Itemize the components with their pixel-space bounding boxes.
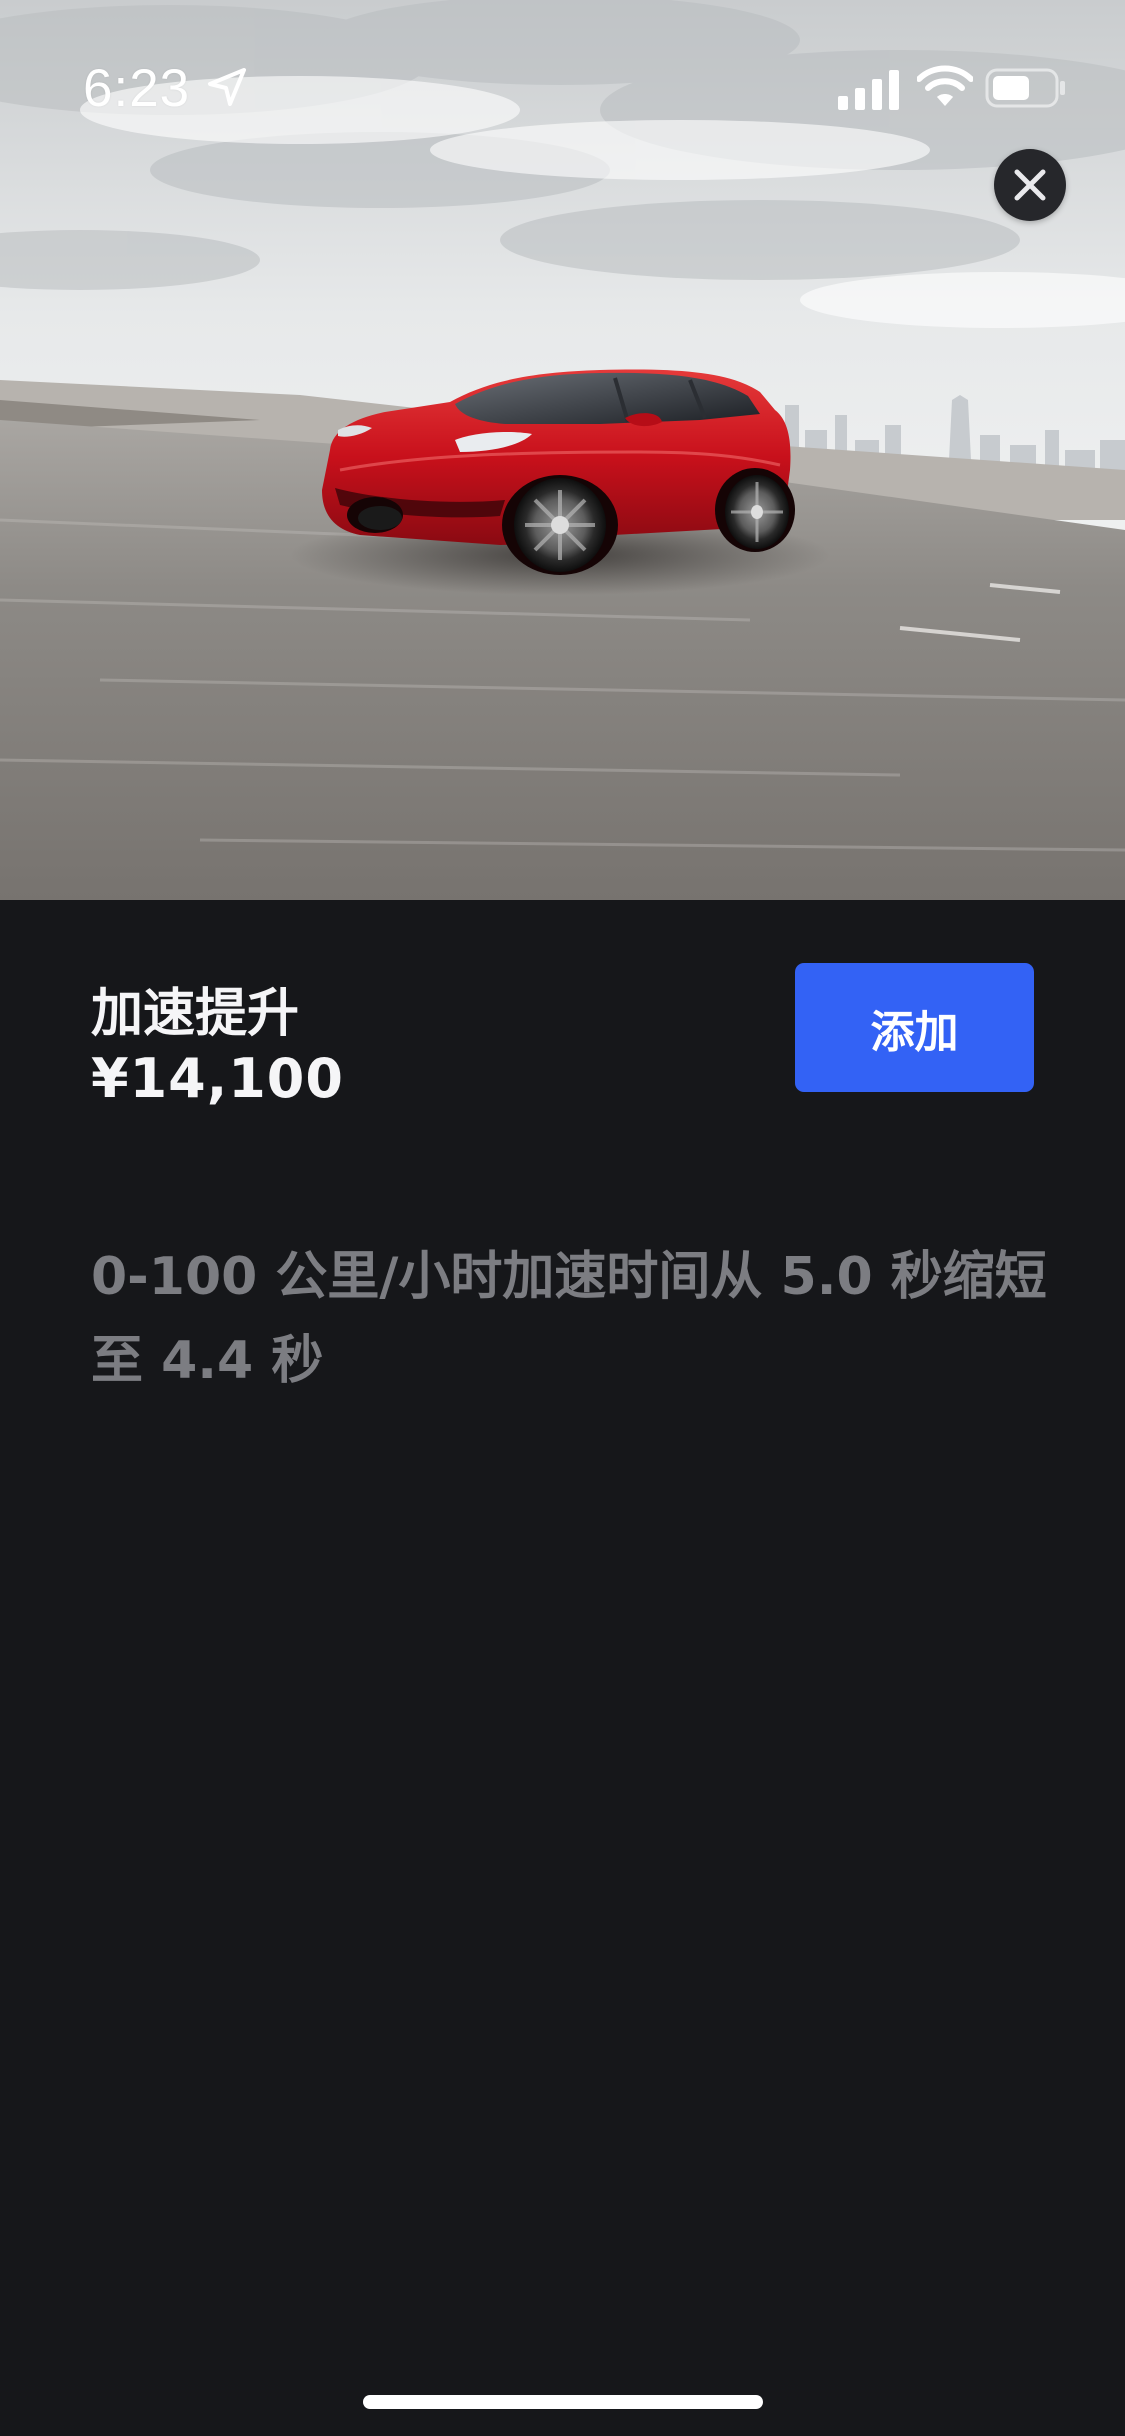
location-arrow-icon	[206, 66, 248, 108]
option-price: ¥14,100	[91, 1047, 344, 1110]
close-icon	[1014, 169, 1046, 201]
option-details: 加速提升 ¥14,100 添加 0-100 公里/小时加速时间从 5.0 秒缩短…	[0, 900, 1125, 2436]
status-bar: 6:23	[0, 0, 1125, 150]
home-indicator[interactable]	[363, 2395, 763, 2409]
wifi-icon	[916, 64, 974, 108]
add-button[interactable]: 添加	[795, 963, 1034, 1092]
cellular-signal-icon	[838, 70, 900, 110]
option-detail-screen: 6:23 加速提升 ¥14,100 添加 0-100 公里/小时加速时间从 5.…	[0, 0, 1125, 2436]
close-button[interactable]	[994, 149, 1066, 221]
option-description: 0-100 公里/小时加速时间从 5.0 秒缩短至 4.4 秒	[91, 1247, 1047, 1391]
battery-icon	[985, 68, 1067, 108]
status-time: 6:23	[83, 59, 191, 118]
option-title: 加速提升	[91, 984, 300, 1044]
